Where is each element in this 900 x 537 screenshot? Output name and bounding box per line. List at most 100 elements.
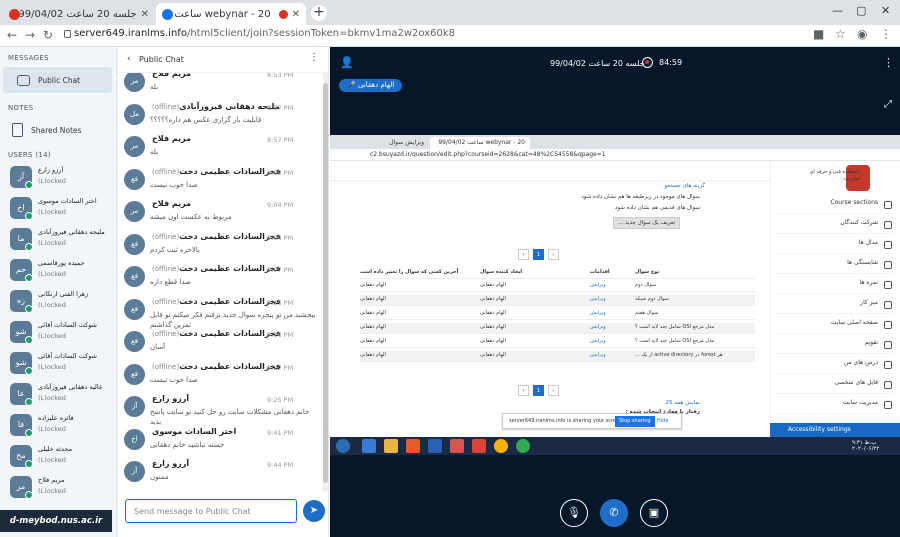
scrollbar-thumb[interactable] — [323, 83, 328, 483]
send-button[interactable]: ➤ — [303, 500, 325, 522]
user-item[interactable]: زه زهرا الفتی ارنکانی (L)ocked — [8, 288, 112, 314]
avatar: فع — [124, 331, 145, 352]
close-tab-icon[interactable]: ✕ — [292, 9, 300, 20]
shared-sidebar-item: Course sections — [776, 199, 894, 214]
chat-scrollbar[interactable] — [323, 73, 328, 491]
phone-button[interactable]: ✆ — [600, 499, 628, 527]
user-item[interactable]: آز آرزو زارع (L)ocked — [8, 164, 112, 190]
col-created: ایجاد کننده سوال — [480, 269, 523, 275]
message-text: بله — [150, 148, 159, 156]
user-item[interactable]: شو شوکت السادات آقائی (L)ocked — [8, 319, 112, 345]
avatar: آز — [124, 461, 145, 482]
message-sender: فخرالسادات عظیمی دخت(offline) — [152, 264, 281, 273]
menu-item-icon — [884, 321, 892, 329]
question-name: سوال دوم شبکه — [635, 296, 669, 302]
url-field[interactable]: server649.iranlms.info/html5client/join?… — [74, 28, 455, 39]
shared-notes-item[interactable]: Shared Notes — [3, 119, 112, 141]
created-by: الهام دهقانی — [480, 338, 506, 344]
mute-microphone-button[interactable]: 🎙 — [560, 499, 588, 527]
shared-sidebar-item: شرکت کنندگان — [776, 219, 894, 234]
shared-notes-label: Shared Notes — [31, 125, 82, 135]
message-text: صدا خوب نیست — [150, 375, 198, 384]
shared-sidebar-item: مدال ها — [776, 239, 894, 254]
new-question-button: تعریف یک سوال جدید ... — [613, 217, 680, 229]
microphone-icon — [25, 305, 33, 313]
camera-icon[interactable]: ■ — [813, 27, 824, 41]
user-name: حمیده پورقاسمی — [38, 259, 85, 267]
back-icon[interactable]: ← — [7, 28, 17, 42]
user-name: شوکت السادات آقائی — [38, 352, 97, 360]
start-icon — [336, 439, 350, 453]
chevron-left-icon[interactable]: ‹ — [127, 54, 131, 64]
message-time: 9:04 PM — [267, 201, 294, 209]
user-item[interactable]: مر مریم فلاح (L)ocked — [8, 474, 112, 500]
browser-tab-bar: جلسه 20 ساعت 99/04/02 ✕ webynar - 20 ساع… — [0, 0, 900, 25]
edit-link: ویرایش — [590, 338, 606, 344]
user-name: فائزه علیزاده — [38, 414, 74, 422]
message-sender: فخرالسادات عظیمی دخت(offline) — [152, 166, 281, 176]
more-options-icon[interactable]: ⋮ — [309, 52, 319, 63]
minimize-icon[interactable]: — — [832, 4, 843, 17]
message-text: آسان — [150, 343, 166, 351]
message-time: 9:07 PM — [267, 266, 294, 274]
close-tab-icon[interactable]: ✕ — [141, 9, 149, 20]
menu-item-label: صفحه اصلی سایت — [830, 319, 878, 326]
user-item[interactable]: حم حمیده پورقاسمی (L)ocked — [8, 257, 112, 283]
question-name: سوال هفتم — [635, 310, 659, 316]
shared-top-nav — [330, 161, 770, 181]
star-icon[interactable]: ☆ — [835, 27, 846, 41]
modified-by: الهام دهقانی — [360, 324, 386, 330]
user-item[interactable]: مح محدثه خلیلی (L)ocked — [8, 443, 112, 469]
chrome-icon — [516, 439, 530, 453]
chat-icon — [17, 74, 30, 86]
share-message: server649.iranlms.info is sharing your s… — [509, 418, 624, 424]
fullscreen-icon[interactable]: ⤢ — [884, 99, 892, 110]
user-icon[interactable]: 👤 — [340, 56, 354, 69]
menu-item-label: مدال ها — [858, 239, 878, 246]
account-icon[interactable]: ◉ — [857, 27, 867, 41]
more-options-icon[interactable]: ⋮ — [883, 56, 894, 69]
user-status: (L)ocked — [38, 332, 66, 340]
user-name: ملیحه دهقانی فیروزآبادی — [38, 228, 105, 236]
chat-header: ‹ Public Chat ⋮ — [117, 47, 329, 73]
new-tab-button[interactable]: + — [311, 5, 327, 21]
question-name: هر forest در active directory از یک ... — [635, 352, 723, 358]
maximize-icon[interactable]: ▢ — [856, 4, 866, 17]
shared-screen: ویرایش سوال webynar - 20 ساعت 99/04/02 c… — [330, 135, 900, 455]
reload-icon[interactable]: ↻ — [43, 28, 53, 42]
user-item[interactable]: شو شوکت السادات آقائی (L)ocked — [8, 350, 112, 376]
menu-item-icon — [884, 341, 892, 349]
public-chat-item[interactable]: Public Chat — [3, 67, 112, 93]
user-status: (L)ocked — [38, 301, 66, 309]
close-window-icon[interactable]: ✕ — [881, 4, 890, 17]
table-row: الهام دهقانی الهام دهقانی ویرایش مدل مرجع O… — [360, 323, 755, 334]
forward-icon[interactable]: → — [25, 28, 35, 42]
message-time: 8:57 PM — [267, 103, 294, 112]
user-status: (L)ocked — [38, 456, 66, 464]
browser-tab-2[interactable]: webynar - 20 ساعت 99/04/02 ✕ — [156, 3, 306, 25]
user-item[interactable]: ما ملیحه دهقانی فیروزآبادی (L)ocked — [8, 226, 112, 252]
message-list: مر مریم فلاح 8:53 PM بله مل ملیحه دهقانی فیرو… — [117, 73, 322, 491]
site-logo: دانشکده فنی و حرفه ای امام یزد — [800, 163, 890, 195]
avatar: مر — [124, 201, 145, 222]
chat-message-input[interactable]: Send message to Public Chat — [125, 499, 297, 523]
message-time: 9:41 PM — [267, 428, 294, 437]
browser-tab-1[interactable]: جلسه 20 ساعت 99/04/02 ✕ — [3, 3, 155, 25]
menu-item-icon — [884, 201, 892, 209]
user-status: (L)ocked — [38, 239, 66, 247]
menu-item-icon — [884, 381, 892, 389]
menu-item-label: شایستگی ها — [847, 259, 878, 266]
modified-by: الهام دهقانی — [360, 296, 386, 302]
table-header: آخرین کسی که سوال را تغییر داده است ایجا… — [360, 268, 755, 279]
user-item[interactable]: اخ اختر السادات موسوی (L)ocked — [8, 195, 112, 221]
menu-icon[interactable]: ⋮ — [880, 27, 892, 41]
recording-timer[interactable]: 84:59 — [642, 57, 682, 68]
camera-off-button[interactable]: ▣ — [640, 499, 668, 527]
presentation-area: 👤 جلسه 20 ساعت 99/04/02 84:59 ⋮ الهام ده… — [330, 47, 900, 537]
message-text: صدا خوب نیست — [150, 180, 198, 189]
shared-url: c2.bsuyazd.ir/question/edit.php?courseid… — [330, 149, 900, 161]
user-item[interactable]: عا عالیه دهقانی فیروزآبادی (L)ocked — [8, 381, 112, 407]
message-time: 9:04 PM — [267, 233, 294, 242]
user-item[interactable]: فا فائزه علیزاده (L)ocked — [8, 412, 112, 438]
message-time: 8:53 PM — [267, 73, 294, 79]
